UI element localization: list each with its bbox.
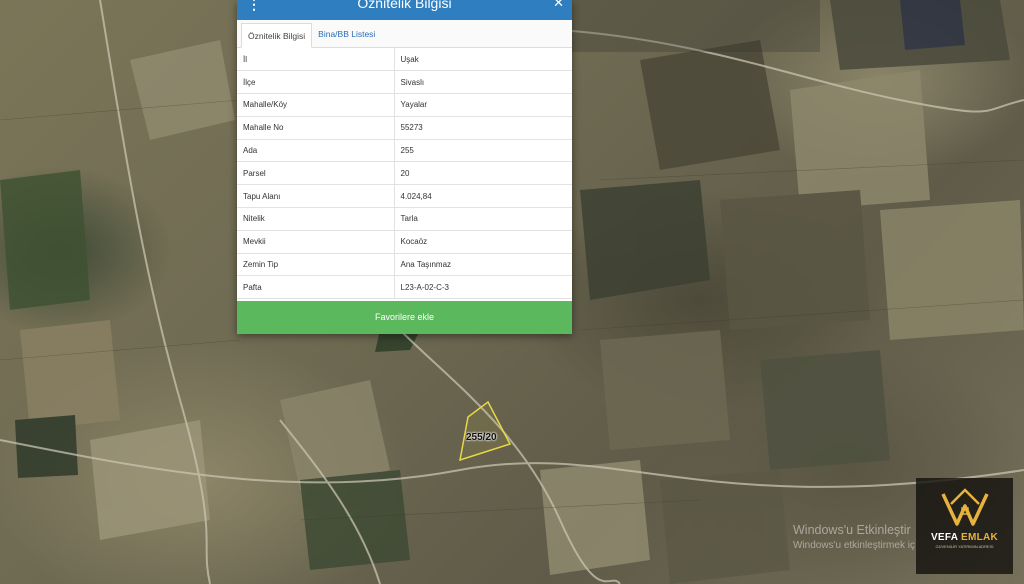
map-top-overlay bbox=[570, 0, 820, 52]
logo-brand-part1: VEFA bbox=[930, 532, 961, 543]
attribute-panel: ⋮ Öznitelik Bilgisi ✕ Öznitelik Bilgisi … bbox=[237, 0, 572, 334]
table-row: Nitelik Tarla bbox=[237, 207, 572, 231]
row-key: Ada bbox=[237, 139, 395, 163]
row-key: Mahalle/Köy bbox=[237, 93, 395, 117]
logo-brand-part2: EMLAK bbox=[960, 532, 999, 543]
tab-attribute-info[interactable]: Öznitelik Bilgisi bbox=[241, 23, 313, 48]
table-row: Tapu Alanı 4.024,84 bbox=[237, 184, 572, 209]
row-value: Sivaslı bbox=[394, 70, 572, 95]
table-row: İlçe Sivaslı bbox=[237, 70, 572, 95]
row-value: Tarla bbox=[394, 207, 572, 231]
row-key: Pafta bbox=[237, 275, 395, 300]
windows-activation-watermark: Windows'u Etkinleştir Windows'u etkinleş… bbox=[793, 522, 915, 554]
attribute-table: İl Uşak İlçe Sivaslı Mahalle/Köy Yayalar Ma… bbox=[237, 48, 572, 300]
house-v-logo-icon bbox=[940, 488, 989, 526]
panel-tabs: Öznitelik Bilgisi Bina/BB Listesi bbox=[237, 20, 572, 48]
table-row: Mahalle No 55273 bbox=[237, 116, 572, 140]
tab-building-list[interactable]: Bina/BB Listesi bbox=[312, 22, 381, 47]
row-value: 4.024,84 bbox=[394, 184, 572, 209]
table-row: Ada 255 bbox=[237, 139, 572, 163]
logo-brand: VEFA EMLAK bbox=[916, 532, 1013, 543]
row-key: Zemin Tip bbox=[237, 253, 395, 277]
close-icon[interactable]: ✕ bbox=[553, 0, 564, 13]
table-row: Mahalle/Köy Yayalar bbox=[237, 93, 572, 117]
panel-title: Öznitelik Bilgisi bbox=[357, 0, 452, 11]
row-value: Kocaöz bbox=[394, 230, 572, 254]
row-value: 55273 bbox=[394, 116, 572, 140]
row-key: Mahalle No bbox=[237, 116, 395, 140]
row-value: Yayalar bbox=[394, 93, 572, 117]
row-value: Uşak bbox=[394, 48, 572, 72]
table-row: Pafta L23-A-02-C-3 bbox=[237, 275, 572, 300]
row-key: İlçe bbox=[237, 70, 395, 95]
panel-header: ⋮ Öznitelik Bilgisi ✕ bbox=[237, 0, 572, 20]
watermark-line2: Windows'u etkinleştirmek iç bbox=[793, 540, 915, 551]
parcel-label: 255/20 bbox=[466, 432, 497, 443]
vefa-emlak-logo: VEFA EMLAK GÜVENİLİR YATIRIMIN ADRESİ bbox=[916, 478, 1013, 574]
row-key: Nitelik bbox=[237, 207, 395, 231]
row-value: Ana Taşınmaz bbox=[394, 253, 572, 277]
row-key: Tapu Alanı bbox=[237, 184, 395, 209]
selected-parcel[interactable] bbox=[459, 400, 512, 462]
table-row: İl Uşak bbox=[237, 48, 572, 72]
logo-tagline: GÜVENİLİR YATIRIMIN ADRESİ bbox=[935, 544, 994, 549]
row-key: Mevkii bbox=[237, 230, 395, 254]
add-to-favorites-button[interactable]: Favorilere ekle bbox=[237, 301, 572, 334]
row-key: İl bbox=[237, 48, 395, 72]
table-row: Parsel 20 bbox=[237, 161, 572, 186]
row-value: 20 bbox=[394, 161, 572, 186]
row-value: 255 bbox=[394, 139, 572, 163]
row-value: L23-A-02-C-3 bbox=[394, 275, 572, 300]
table-row: Mevkii Kocaöz bbox=[237, 230, 572, 254]
watermark-line1: Windows'u Etkinleştir bbox=[793, 523, 911, 537]
row-key: Parsel bbox=[237, 161, 395, 186]
table-row: Zemin Tip Ana Taşınmaz bbox=[237, 253, 572, 277]
